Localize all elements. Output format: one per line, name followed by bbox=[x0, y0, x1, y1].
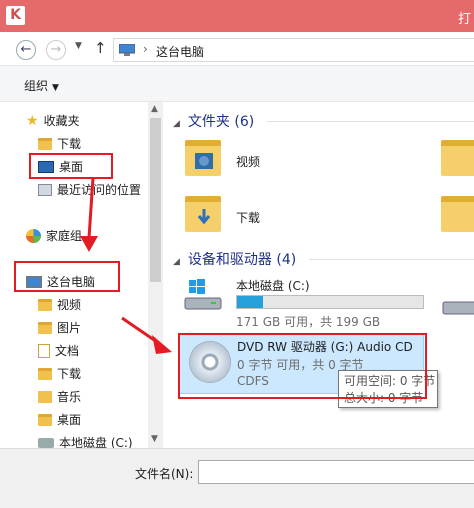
filename-label: 文件名(N): bbox=[135, 467, 194, 481]
folder-item-label[interactable]: 下载 bbox=[236, 209, 260, 226]
nav-label: 音乐 bbox=[57, 390, 82, 404]
window-title: 打 bbox=[458, 12, 472, 27]
document-folder-icon bbox=[38, 343, 50, 358]
breadcrumb-separator: › bbox=[143, 42, 148, 56]
address-field[interactable]: › 这台电脑 bbox=[113, 38, 474, 62]
drive-space: 171 GB 可用，共 199 GB bbox=[236, 315, 381, 329]
music-folder-icon[interactable] bbox=[441, 196, 474, 232]
desktop-folder-icon bbox=[38, 413, 52, 426]
folder-item-label[interactable]: 视频 bbox=[236, 153, 260, 170]
up-button[interactable]: ↑ bbox=[94, 39, 107, 57]
homegroup-icon bbox=[26, 228, 41, 243]
arrow-down-icon bbox=[197, 209, 211, 225]
windows-drive-icon[interactable] bbox=[183, 278, 223, 312]
video-folder-icon bbox=[38, 298, 52, 311]
nav-label: 文档 bbox=[55, 344, 80, 358]
nav-item-favorites[interactable]: ★ 收藏夹 bbox=[26, 111, 80, 131]
video-folder-icon[interactable] bbox=[185, 140, 221, 176]
drive-icon[interactable] bbox=[441, 288, 474, 322]
devices-group-header[interactable]: ◢ 设备和驱动器 (4) bbox=[173, 249, 296, 269]
music-folder-icon bbox=[38, 390, 52, 403]
filename-input[interactable] bbox=[198, 460, 474, 484]
nav-item-music[interactable]: 音乐 bbox=[38, 387, 81, 407]
title-bar: K 打 bbox=[0, 0, 474, 32]
nav-label: 最近访问的位置 bbox=[57, 183, 142, 197]
nav-item-desktop[interactable]: 桌面 bbox=[38, 157, 83, 177]
organize-label: 组织 bbox=[24, 79, 49, 93]
download-folder-icon[interactable] bbox=[185, 196, 221, 232]
download-folder-icon bbox=[38, 137, 52, 150]
tooltip-free-space: 可用空间: 0 字节 bbox=[344, 374, 436, 388]
drive-tooltip: 可用空间: 0 字节 总大小: 0 字节 bbox=[338, 370, 438, 408]
computer-icon bbox=[119, 44, 135, 56]
collapse-icon: ◢ bbox=[173, 119, 180, 129]
app-icon: K bbox=[6, 6, 25, 25]
nav-item-homegroup[interactable]: 家庭组 bbox=[26, 226, 82, 246]
nav-item-recent[interactable]: 最近访问的位置 bbox=[38, 180, 141, 200]
address-bar: ← → ▼ ↑ › 这台电脑 bbox=[0, 32, 474, 66]
group-title: 设备和驱动器 (4) bbox=[187, 252, 297, 268]
nav-label: 桌面 bbox=[59, 160, 84, 174]
nav-label: 收藏夹 bbox=[43, 114, 80, 128]
nav-label: 视频 bbox=[57, 298, 82, 312]
nav-item-local-disk[interactable]: 本地磁盘 (C:) bbox=[38, 433, 133, 448]
dvd-drive-name: DVD RW 驱动器 (G:) Audio CD bbox=[237, 340, 413, 354]
scroll-down-icon[interactable]: ▼ bbox=[151, 434, 158, 444]
drive-usage-fill bbox=[237, 296, 264, 308]
nav-item-this-pc[interactable]: 这台电脑 bbox=[26, 272, 95, 292]
collapse-icon: ◢ bbox=[173, 257, 180, 267]
cd-disc-icon bbox=[189, 341, 231, 383]
tooltip-total-size: 总大小: 0 字节 bbox=[344, 391, 424, 405]
scroll-up-icon[interactable]: ▲ bbox=[151, 104, 158, 114]
scroll-thumb[interactable] bbox=[150, 118, 161, 282]
nav-label: 图片 bbox=[57, 321, 82, 335]
chevron-down-icon: ▼ bbox=[52, 83, 59, 93]
organize-button[interactable]: 组织 ▼ bbox=[24, 77, 59, 94]
group-title: 文件夹 (6) bbox=[187, 114, 255, 130]
nav-item-pictures[interactable]: 图片 bbox=[38, 318, 81, 338]
command-bar: 组织 ▼ bbox=[0, 66, 474, 102]
drive-usage-bar bbox=[236, 295, 424, 309]
computer-icon bbox=[26, 275, 42, 288]
nav-item-videos[interactable]: 视频 bbox=[38, 295, 81, 315]
desktop-icon bbox=[38, 160, 54, 173]
nav-item-downloads[interactable]: 下载 bbox=[38, 134, 81, 154]
back-button[interactable]: ← bbox=[16, 40, 36, 60]
picture-folder-icon[interactable] bbox=[441, 140, 474, 176]
filename-bar: 文件名(N): bbox=[0, 448, 474, 508]
nav-scrollbar[interactable]: ▲ ▼ bbox=[148, 102, 163, 448]
breadcrumb-this-pc[interactable]: 这台电脑 bbox=[156, 43, 204, 60]
nav-label: 家庭组 bbox=[46, 229, 83, 243]
nav-label: 桌面 bbox=[57, 413, 82, 427]
navigation-pane: ★ 收藏夹 下载 桌面 最近访问的位置 家庭组 这台电脑 视频 图片 文档 下载 … bbox=[0, 102, 148, 448]
nav-label: 下载 bbox=[57, 137, 82, 151]
group-divider bbox=[267, 121, 474, 122]
nav-item-pc-downloads[interactable]: 下载 bbox=[38, 364, 81, 384]
nav-item-pc-desktop[interactable]: 桌面 bbox=[38, 410, 81, 430]
nav-label: 本地磁盘 (C:) bbox=[59, 436, 133, 448]
download-folder-icon bbox=[38, 367, 52, 380]
nav-label: 下载 bbox=[57, 367, 82, 381]
history-dropdown-icon[interactable]: ▼ bbox=[75, 41, 82, 51]
drive-icon bbox=[38, 437, 54, 448]
picture-folder-icon bbox=[38, 321, 52, 334]
film-icon bbox=[195, 153, 213, 169]
folders-group-header[interactable]: ◢ 文件夹 (6) bbox=[173, 111, 254, 131]
star-icon: ★ bbox=[26, 112, 39, 129]
nav-label: 这台电脑 bbox=[47, 275, 96, 289]
drive-name[interactable]: 本地磁盘 (C:) bbox=[236, 277, 310, 294]
forward-button[interactable]: → bbox=[46, 40, 66, 60]
nav-item-documents[interactable]: 文档 bbox=[38, 341, 79, 361]
group-divider bbox=[309, 259, 474, 260]
recent-places-icon bbox=[38, 183, 52, 196]
dvd-drive-fs: CDFS bbox=[237, 374, 269, 388]
